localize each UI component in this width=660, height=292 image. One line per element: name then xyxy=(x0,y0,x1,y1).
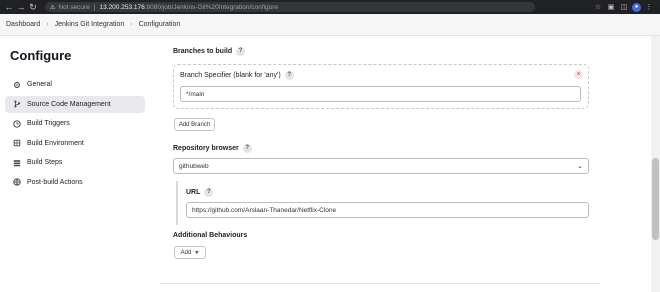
address-bar[interactable]: ⚠ Not secure | 13.200.253.176 :8080/job/… xyxy=(45,2,535,12)
profile-avatar-icon[interactable]: ● xyxy=(632,2,641,12)
repository-browser-label: Repository browser ? xyxy=(173,144,252,153)
repository-browser-text: Repository browser xyxy=(173,145,239,152)
breadcrumb-configuration[interactable]: Configuration xyxy=(139,21,181,28)
add-label: Add xyxy=(180,249,192,256)
branches-to-build-text: Branches to build xyxy=(173,48,233,55)
kebab-menu-icon[interactable]: ⋮ xyxy=(644,3,654,11)
sidebar-item-label: General xyxy=(27,81,52,88)
list-icon xyxy=(12,159,22,167)
url-text: URL xyxy=(186,189,201,196)
sidebar-item-label: Build Triggers xyxy=(27,120,70,127)
add-branch-label: Add Branch xyxy=(178,121,211,128)
url-value: https://github.com/Arslaan-Thanedar/Netf… xyxy=(192,206,337,214)
extensions-icon[interactable]: ▣ xyxy=(606,3,616,11)
additional-behaviours-label: Additional Behaviours xyxy=(173,232,247,239)
scrollbar-thumb[interactable] xyxy=(652,158,659,240)
caret-down-icon: ▼ xyxy=(194,249,200,256)
chevron-down-icon: ⌄ xyxy=(577,163,583,170)
breadcrumb: Dashboard › Jenkins Git Integration › Co… xyxy=(0,14,660,36)
back-icon[interactable]: ← xyxy=(3,0,15,14)
additional-behaviours-text: Additional Behaviours xyxy=(173,232,248,239)
section-divider xyxy=(160,283,600,284)
sidebar: General Source Code Management Build Tri… xyxy=(5,76,145,193)
repository-browser-value: githubweb xyxy=(179,162,209,170)
page-title: Configure xyxy=(10,48,72,63)
chevron-right-icon: › xyxy=(130,21,133,28)
chevron-right-icon: › xyxy=(46,21,49,28)
security-label: Not secure xyxy=(58,3,90,11)
sidebar-item-label: Build Steps xyxy=(27,159,63,166)
branch-icon xyxy=(12,100,22,108)
add-branch-button[interactable]: Add Branch xyxy=(174,118,215,131)
cube-icon xyxy=(12,139,22,147)
url-input[interactable]: https://github.com/Arslaan-Thanedar/Netf… xyxy=(186,202,589,218)
address-separator: | xyxy=(93,3,96,11)
clock-icon xyxy=(12,119,22,128)
sidebar-item-source-code-management[interactable]: Source Code Management xyxy=(5,95,145,113)
globe-icon xyxy=(12,178,22,186)
branch-specifier-text: Branch Specifier (blank for 'any') xyxy=(180,72,281,79)
sidebar-item-general[interactable]: General xyxy=(5,76,145,93)
help-icon[interactable]: ? xyxy=(236,47,246,56)
browser-toolbar: ← → ↻ ⚠ Not secure | 13.200.253.176 :808… xyxy=(0,0,660,14)
branch-specifier-label: Branch Specifier (blank for 'any') ? xyxy=(180,71,294,80)
url-label: URL ? xyxy=(186,188,214,197)
split-view-icon[interactable]: ◫ xyxy=(619,3,629,11)
warning-icon: ⚠ xyxy=(50,4,56,11)
address-path: :8080/job/Jenkins-Git%20Integration/conf… xyxy=(144,3,279,11)
nested-section-rule xyxy=(176,181,178,225)
close-icon[interactable]: × xyxy=(574,70,583,79)
sidebar-item-post-build-actions[interactable]: Post-build Actions xyxy=(5,174,145,191)
breadcrumb-dashboard[interactable]: Dashboard xyxy=(6,21,40,28)
gear-icon xyxy=(12,81,22,89)
sidebar-item-label: Build Environment xyxy=(27,139,84,147)
branch-specifier-value: */main xyxy=(186,90,205,98)
sidebar-item-label: Source Code Management xyxy=(27,100,111,108)
help-icon[interactable]: ? xyxy=(242,144,252,153)
address-host: 13.200.253.176 xyxy=(99,3,145,11)
branches-to-build-label: Branches to build ? xyxy=(173,47,246,56)
repository-browser-select[interactable]: githubweb ⌄ xyxy=(173,158,589,174)
add-behaviour-button[interactable]: Add ▼ xyxy=(174,246,206,259)
breadcrumb-job[interactable]: Jenkins Git Integration xyxy=(55,21,125,28)
forward-icon[interactable]: → xyxy=(15,0,27,14)
help-icon[interactable]: ? xyxy=(204,188,214,197)
sidebar-item-build-steps[interactable]: Build Steps xyxy=(5,154,145,171)
star-icon[interactable]: ☆ xyxy=(593,3,603,11)
reload-icon[interactable]: ↻ xyxy=(27,0,39,14)
branch-specifier-input[interactable]: */main xyxy=(180,86,581,102)
sidebar-item-label: Post-build Actions xyxy=(27,178,83,186)
help-icon[interactable]: ? xyxy=(284,71,294,80)
sidebar-item-build-triggers[interactable]: Build Triggers xyxy=(5,115,145,132)
sidebar-item-build-environment[interactable]: Build Environment xyxy=(5,135,145,152)
